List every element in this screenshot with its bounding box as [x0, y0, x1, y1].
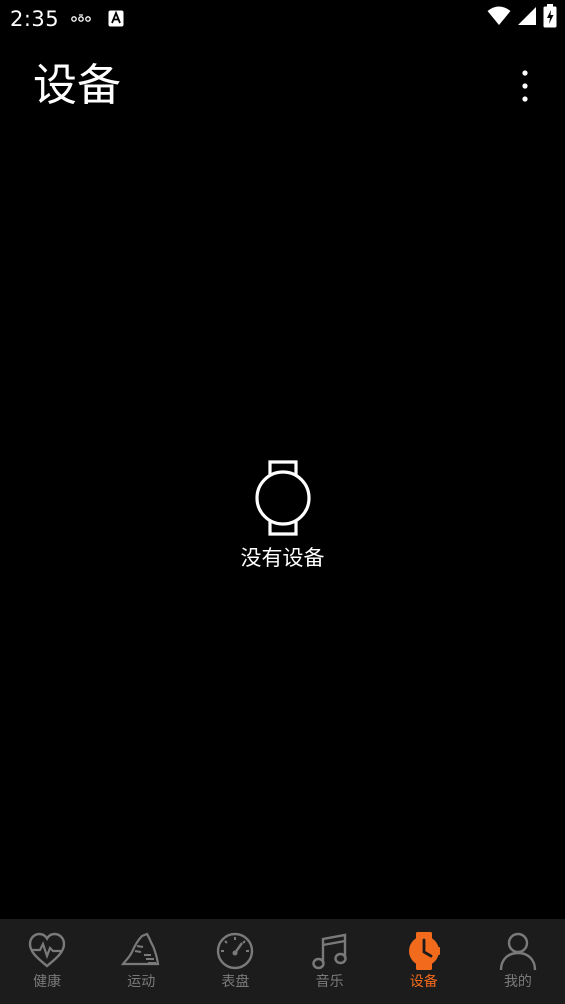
nav-label: 音乐: [315, 974, 344, 990]
nav-item-music[interactable]: 音乐: [283, 919, 377, 1004]
nav-item-sports[interactable]: 运动: [94, 919, 188, 1004]
cell-signal-icon: [517, 6, 537, 30]
nav-label: 健康: [33, 974, 62, 990]
empty-state-message: 没有设备: [240, 546, 325, 570]
system-status-icons: [487, 4, 557, 32]
watch-icon: [408, 932, 440, 970]
music-note-icon: [311, 933, 347, 970]
nav-label: 我的: [503, 974, 532, 990]
bottom-navigation: 健康 运动 表盘 音乐 设备 我的: [0, 919, 565, 1004]
nav-label: 运动: [127, 974, 156, 990]
page-title: 设备: [33, 60, 121, 111]
wifi-icon: [487, 6, 511, 30]
app-bar: 设备: [0, 50, 565, 120]
device-screen: 2:35 设备 没有设备 健康 运动 表盘 音乐 设备 我的: [0, 0, 565, 1004]
status-time: 2:35: [10, 7, 60, 31]
empty-state: 没有设备: [0, 458, 565, 572]
nav-item-health[interactable]: 健康: [0, 919, 94, 1004]
running-shoe-icon: [121, 932, 160, 966]
person-icon: [499, 932, 537, 971]
nav-label: 设备: [409, 974, 438, 990]
status-bar: 2:35: [0, 0, 565, 38]
nav-item-devices[interactable]: 设备: [377, 919, 471, 1004]
nav-label: 表盘: [221, 974, 250, 990]
keyboard-a-icon: [108, 10, 124, 31]
location-icon: [70, 11, 92, 30]
more-options-button[interactable]: [507, 66, 543, 106]
nav-item-watch-faces[interactable]: 表盘: [188, 919, 282, 1004]
dial-icon: [217, 932, 254, 970]
nav-item-me[interactable]: 我的: [471, 919, 565, 1004]
watch-icon: [254, 460, 311, 536]
heart-pulse-icon: [28, 932, 66, 968]
battery-charging-icon: [543, 4, 557, 32]
more-vertical-icon: [522, 70, 528, 102]
